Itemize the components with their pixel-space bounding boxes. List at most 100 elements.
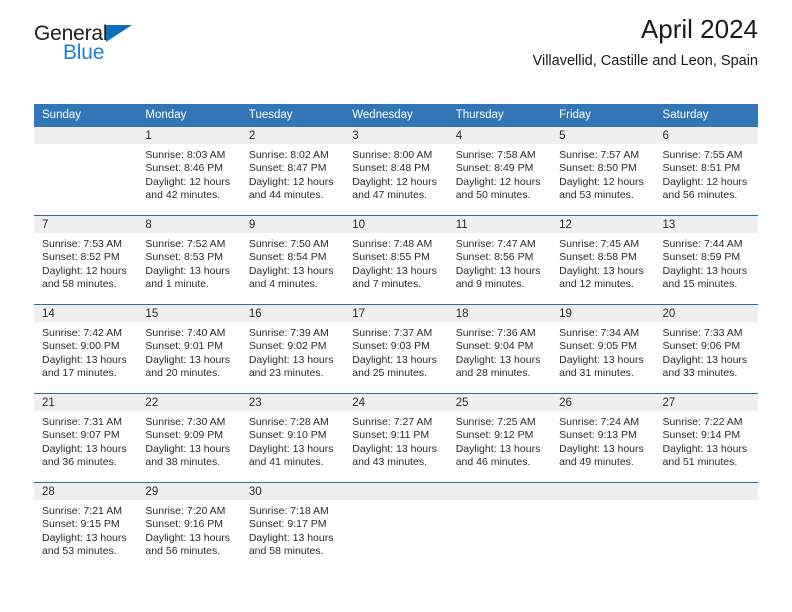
day-details: Sunrise: 7:33 AM Sunset: 9:06 PM Daylight:… (655, 322, 758, 381)
day-number: 22 (137, 394, 241, 411)
day-number: 3 (344, 127, 448, 144)
day-details: Sunrise: 7:53 AM Sunset: 8:52 PM Daylight:… (34, 233, 137, 292)
sunrise-time: Sunrise: 7:53 AM (42, 238, 122, 250)
daylight-duration-line2: and 28 minutes. (455, 367, 531, 380)
day-details: Sunrise: 7:57 AM Sunset: 8:50 PM Daylight:… (551, 144, 654, 203)
sunrise-time: Sunrise: 7:33 AM (662, 327, 743, 339)
sunset-time: Sunset: 8:49 PM (455, 162, 534, 175)
daylight-duration-line2: and 12 minutes. (559, 278, 634, 291)
calendar-day-cell[interactable]: 23 Sunrise: 7:28 AM Sunset: 9:10 PM Dayligh… (240, 394, 345, 482)
day-details: Sunrise: 7:39 AM Sunset: 9:02 PM Daylight:… (241, 322, 344, 381)
sunrise-time: Sunrise: 8:02 AM (248, 149, 329, 161)
day-of-week-monday: Monday (145, 109, 187, 121)
calendar-day-cell-empty (654, 483, 758, 567)
calendar-day-cell[interactable]: 24 Sunrise: 7:27 AM Sunset: 9:11 PM Dayligh… (344, 394, 448, 482)
daylight-duration-line2: and 50 minutes. (455, 189, 531, 202)
calendar-day-cell[interactable]: 1 Sunrise: 8:03 AM Sunset: 8:46 PM Daylight… (137, 127, 241, 215)
day-number: 21 (34, 394, 138, 411)
daylight-duration-line1: Daylight: 13 hours (662, 353, 748, 366)
day-number: 19 (551, 305, 655, 322)
sunset-time: Sunset: 9:09 PM (145, 429, 224, 442)
daylight-duration-line1: Daylight: 12 hours (42, 264, 127, 277)
day-details: Sunrise: 7:47 AM Sunset: 8:56 PM Daylight:… (448, 233, 551, 292)
daylight-duration-line1: Daylight: 12 hours (455, 175, 541, 188)
day-details: Sunrise: 7:24 AM Sunset: 9:13 PM Daylight:… (551, 411, 654, 470)
daylight-duration-line2: and 38 minutes. (145, 456, 221, 469)
calendar-week-row: 7 Sunrise: 7:53 AM Sunset: 8:52 PM Daylight… (34, 215, 758, 304)
day-number (447, 483, 552, 500)
day-details: Sunrise: 7:37 AM Sunset: 9:03 PM Daylight:… (344, 322, 447, 381)
daylight-duration-line2: and 47 minutes. (352, 189, 427, 202)
daylight-duration-line2: and 53 minutes. (559, 189, 634, 202)
calendar-day-cell[interactable]: 6 Sunrise: 7:55 AM Sunset: 8:51 PM Daylight… (654, 127, 758, 215)
calendar-day-cell[interactable]: 7 Sunrise: 7:53 AM Sunset: 8:52 PM Daylight… (34, 216, 138, 304)
daylight-duration-line2: and 20 minutes. (145, 367, 221, 380)
day-number: 20 (654, 305, 758, 322)
calendar-weeks: 1 Sunrise: 8:03 AM Sunset: 8:46 PM Daylight… (34, 127, 758, 567)
calendar-day-cell[interactable]: 5 Sunrise: 7:57 AM Sunset: 8:50 PM Daylight… (551, 127, 655, 215)
day-details: Sunrise: 7:22 AM Sunset: 9:14 PM Daylight:… (655, 411, 758, 470)
sunset-time: Sunset: 8:59 PM (662, 251, 741, 264)
calendar-day-cell-empty (344, 483, 448, 567)
calendar-day-cell[interactable]: 9 Sunrise: 7:50 AM Sunset: 8:54 PM Daylight… (240, 216, 345, 304)
calendar-day-cell[interactable]: 19 Sunrise: 7:34 AM Sunset: 9:05 PM Dayligh… (551, 305, 655, 393)
day-details: Sunrise: 7:48 AM Sunset: 8:55 PM Daylight:… (344, 233, 447, 292)
daylight-duration-line2: and 41 minutes. (248, 456, 324, 469)
calendar-day-cell[interactable]: 3 Sunrise: 8:00 AM Sunset: 8:48 PM Daylight… (344, 127, 448, 215)
calendar-day-cell[interactable]: 15 Sunrise: 7:40 AM Sunset: 9:01 PM Dayligh… (137, 305, 241, 393)
day-number: 9 (240, 216, 345, 233)
calendar-day-cell[interactable]: 11 Sunrise: 7:47 AM Sunset: 8:56 PM Dayligh… (447, 216, 552, 304)
calendar-day-cell[interactable]: 8 Sunrise: 7:52 AM Sunset: 8:53 PM Daylight… (137, 216, 241, 304)
sunrise-time: Sunrise: 7:58 AM (455, 149, 536, 161)
day-number: 12 (551, 216, 655, 233)
daylight-duration-line2: and 33 minutes. (662, 367, 738, 380)
sunrise-time: Sunrise: 7:21 AM (42, 505, 122, 517)
calendar-day-cell[interactable]: 14 Sunrise: 7:42 AM Sunset: 9:00 PM Dayligh… (34, 305, 138, 393)
calendar-day-cell[interactable]: 30 Sunrise: 7:18 AM Sunset: 9:17 PM Dayligh… (240, 483, 345, 567)
day-of-week-tuesday: Tuesday (248, 109, 293, 121)
daylight-duration-line1: Daylight: 13 hours (248, 264, 334, 277)
day-details: Sunrise: 7:34 AM Sunset: 9:05 PM Daylight:… (551, 322, 654, 381)
daylight-duration-line2: and 15 minutes. (662, 278, 738, 291)
general-blue-logo: General Blue (34, 22, 234, 70)
day-number: 15 (137, 305, 241, 322)
calendar-day-cell[interactable]: 10 Sunrise: 7:48 AM Sunset: 8:55 PM Dayligh… (344, 216, 448, 304)
calendar-day-cell[interactable]: 22 Sunrise: 7:30 AM Sunset: 9:09 PM Dayligh… (137, 394, 241, 482)
daylight-duration-line1: Daylight: 12 hours (248, 175, 334, 188)
sunrise-time: Sunrise: 8:03 AM (145, 149, 226, 161)
daylight-duration-line2: and 58 minutes. (248, 545, 324, 558)
day-number: 24 (344, 394, 448, 411)
calendar-day-cell[interactable]: 21 Sunrise: 7:31 AM Sunset: 9:07 PM Dayligh… (34, 394, 138, 482)
sunrise-time: Sunrise: 7:50 AM (248, 238, 329, 250)
day-number (551, 483, 655, 500)
calendar-day-cell[interactable]: 20 Sunrise: 7:33 AM Sunset: 9:06 PM Dayligh… (654, 305, 758, 393)
calendar-day-cell[interactable]: 25 Sunrise: 7:25 AM Sunset: 9:12 PM Dayligh… (447, 394, 552, 482)
daylight-duration-line1: Daylight: 13 hours (42, 353, 127, 366)
daylight-duration-line2: and 36 minutes. (42, 456, 117, 469)
calendar-day-cell[interactable]: 17 Sunrise: 7:37 AM Sunset: 9:03 PM Dayligh… (344, 305, 448, 393)
sunrise-time: Sunrise: 7:27 AM (352, 416, 433, 428)
sunset-time: Sunset: 9:01 PM (145, 340, 224, 353)
day-details: Sunrise: 7:52 AM Sunset: 8:53 PM Daylight:… (137, 233, 240, 292)
day-number: 6 (654, 127, 758, 144)
sunrise-time: Sunrise: 7:20 AM (145, 505, 226, 517)
day-number (344, 483, 448, 500)
calendar-day-cell[interactable]: 28 Sunrise: 7:21 AM Sunset: 9:15 PM Dayligh… (34, 483, 138, 567)
sunrise-time: Sunrise: 7:24 AM (559, 416, 640, 428)
calendar-day-cell[interactable]: 12 Sunrise: 7:45 AM Sunset: 8:58 PM Dayligh… (551, 216, 655, 304)
calendar-day-cell[interactable]: 26 Sunrise: 7:24 AM Sunset: 9:13 PM Dayligh… (551, 394, 655, 482)
daylight-duration-line1: Daylight: 12 hours (352, 175, 437, 188)
calendar-day-cell[interactable]: 18 Sunrise: 7:36 AM Sunset: 9:04 PM Dayligh… (447, 305, 552, 393)
calendar-day-cell[interactable]: 13 Sunrise: 7:44 AM Sunset: 8:59 PM Dayligh… (654, 216, 758, 304)
sunrise-time: Sunrise: 7:36 AM (455, 327, 536, 339)
calendar-day-cell[interactable]: 27 Sunrise: 7:22 AM Sunset: 9:14 PM Dayligh… (654, 394, 758, 482)
calendar-day-cell[interactable]: 16 Sunrise: 7:39 AM Sunset: 9:02 PM Dayligh… (240, 305, 345, 393)
sunrise-time: Sunrise: 7:55 AM (662, 149, 743, 161)
day-number: 5 (551, 127, 655, 144)
calendar-day-cell[interactable]: 4 Sunrise: 7:58 AM Sunset: 8:49 PM Daylight… (447, 127, 552, 215)
day-details: Sunrise: 7:18 AM Sunset: 9:17 PM Daylight:… (241, 500, 344, 559)
calendar-day-cell[interactable]: 29 Sunrise: 7:20 AM Sunset: 9:16 PM Dayligh… (137, 483, 241, 567)
sunrise-time: Sunrise: 7:34 AM (559, 327, 640, 339)
calendar-week-row: 1 Sunrise: 8:03 AM Sunset: 8:46 PM Daylight… (34, 127, 758, 215)
calendar-day-cell[interactable]: 2 Sunrise: 8:02 AM Sunset: 8:47 PM Daylight… (240, 127, 345, 215)
